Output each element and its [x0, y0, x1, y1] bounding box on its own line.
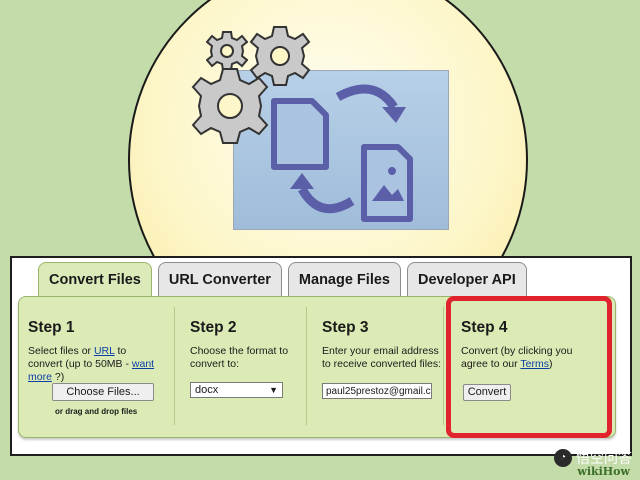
step-3-description: Enter your email address to receive conv…	[322, 345, 442, 370]
step-1-title: Step 1	[28, 319, 75, 336]
step-4-highlight	[446, 296, 612, 438]
step-divider	[443, 307, 444, 425]
step-2: Step 2 Choose the format to convert to: …	[190, 297, 320, 437]
email-field[interactable]: paul25prestoz@gmail.co	[322, 383, 432, 399]
large-gear-icon	[191, 68, 269, 144]
step-1-description: Select files or URL to convert (up to 50…	[28, 345, 158, 384]
step-divider	[174, 307, 175, 425]
url-link[interactable]: URL	[94, 345, 115, 357]
tab-url-converter[interactable]: URL Converter	[157, 262, 282, 297]
step-divider	[306, 307, 307, 425]
tab-convert-files[interactable]: Convert Files	[38, 262, 152, 299]
step-1-text-pre: Select files or	[28, 345, 94, 357]
format-select[interactable]: docx ▼	[190, 382, 283, 398]
wikihow-brand: wikiHow	[577, 465, 630, 478]
tab-developer-api[interactable]: Developer API	[406, 262, 527, 297]
step-1-text-post: ?)	[51, 371, 65, 383]
step-1: Step 1 Select files or URL to convert (u…	[28, 297, 178, 437]
format-select-value: docx	[195, 384, 219, 396]
watermark-logo-icon: ◔	[554, 449, 572, 467]
step-3-title: Step 3	[322, 319, 369, 336]
step-2-description: Choose the format to convert to:	[190, 345, 289, 370]
drag-drop-hint: or drag and drop files	[55, 407, 138, 416]
choose-files-button[interactable]: Choose Files...	[52, 383, 154, 401]
step-3: Step 3 Enter your email address to recei…	[322, 297, 457, 437]
tab-manage-files[interactable]: Manage Files	[287, 262, 401, 297]
step-2-title: Step 2	[190, 319, 237, 336]
tab-bar: Convert Files URL Converter Manage Files…	[38, 262, 527, 299]
chevron-down-icon: ▼	[269, 385, 278, 395]
